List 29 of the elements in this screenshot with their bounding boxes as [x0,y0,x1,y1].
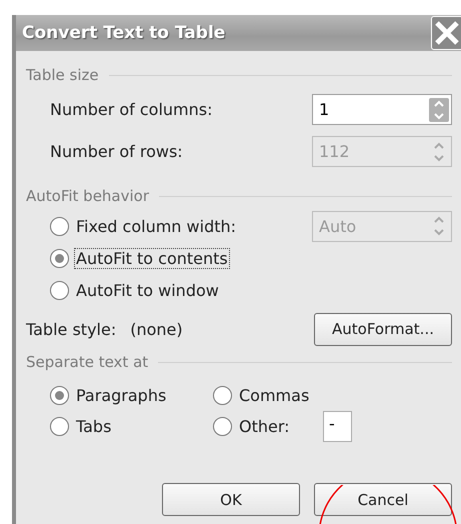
dialog-button[interactable]: Cancel [314,483,452,516]
radio-label[interactable]: Paragraphs [74,385,168,406]
dialog-button[interactable]: OK [162,483,300,516]
close-icon [434,20,460,46]
window-title: Convert Text to Table [22,23,226,43]
group-header: AutoFit behavior [26,187,150,205]
autoformat-button[interactable]: AutoFormat... [314,312,452,346]
radio-label[interactable]: Tabs [74,416,114,437]
radio-button[interactable] [50,417,69,436]
close-button[interactable] [431,16,461,50]
field-value: (none) [130,320,184,338]
columns-field[interactable]: 1 [312,94,452,125]
radio-button[interactable] [213,386,232,405]
radio-button[interactable] [50,280,69,300]
group-header: Separate text at [26,353,148,371]
radio-label[interactable]: Fixed column width: [74,216,238,236]
other-field[interactable]: - [323,411,352,442]
radio-label[interactable]: Commas [237,385,312,406]
radio-label[interactable]: AutoFit to window [74,280,221,300]
group-header: Table size [26,66,99,84]
radio-label[interactable]: AutoFit to contents [74,248,230,268]
radio-button[interactable] [50,386,69,405]
radio-button[interactable] [213,417,232,436]
field-label: Number of columns: [50,100,212,119]
radio-button[interactable] [50,216,69,236]
field-label: Table style: [26,320,116,338]
radio-button[interactable] [50,248,69,268]
field-label: Number of rows: [50,142,183,161]
radio-label[interactable]: Other: [237,416,292,437]
